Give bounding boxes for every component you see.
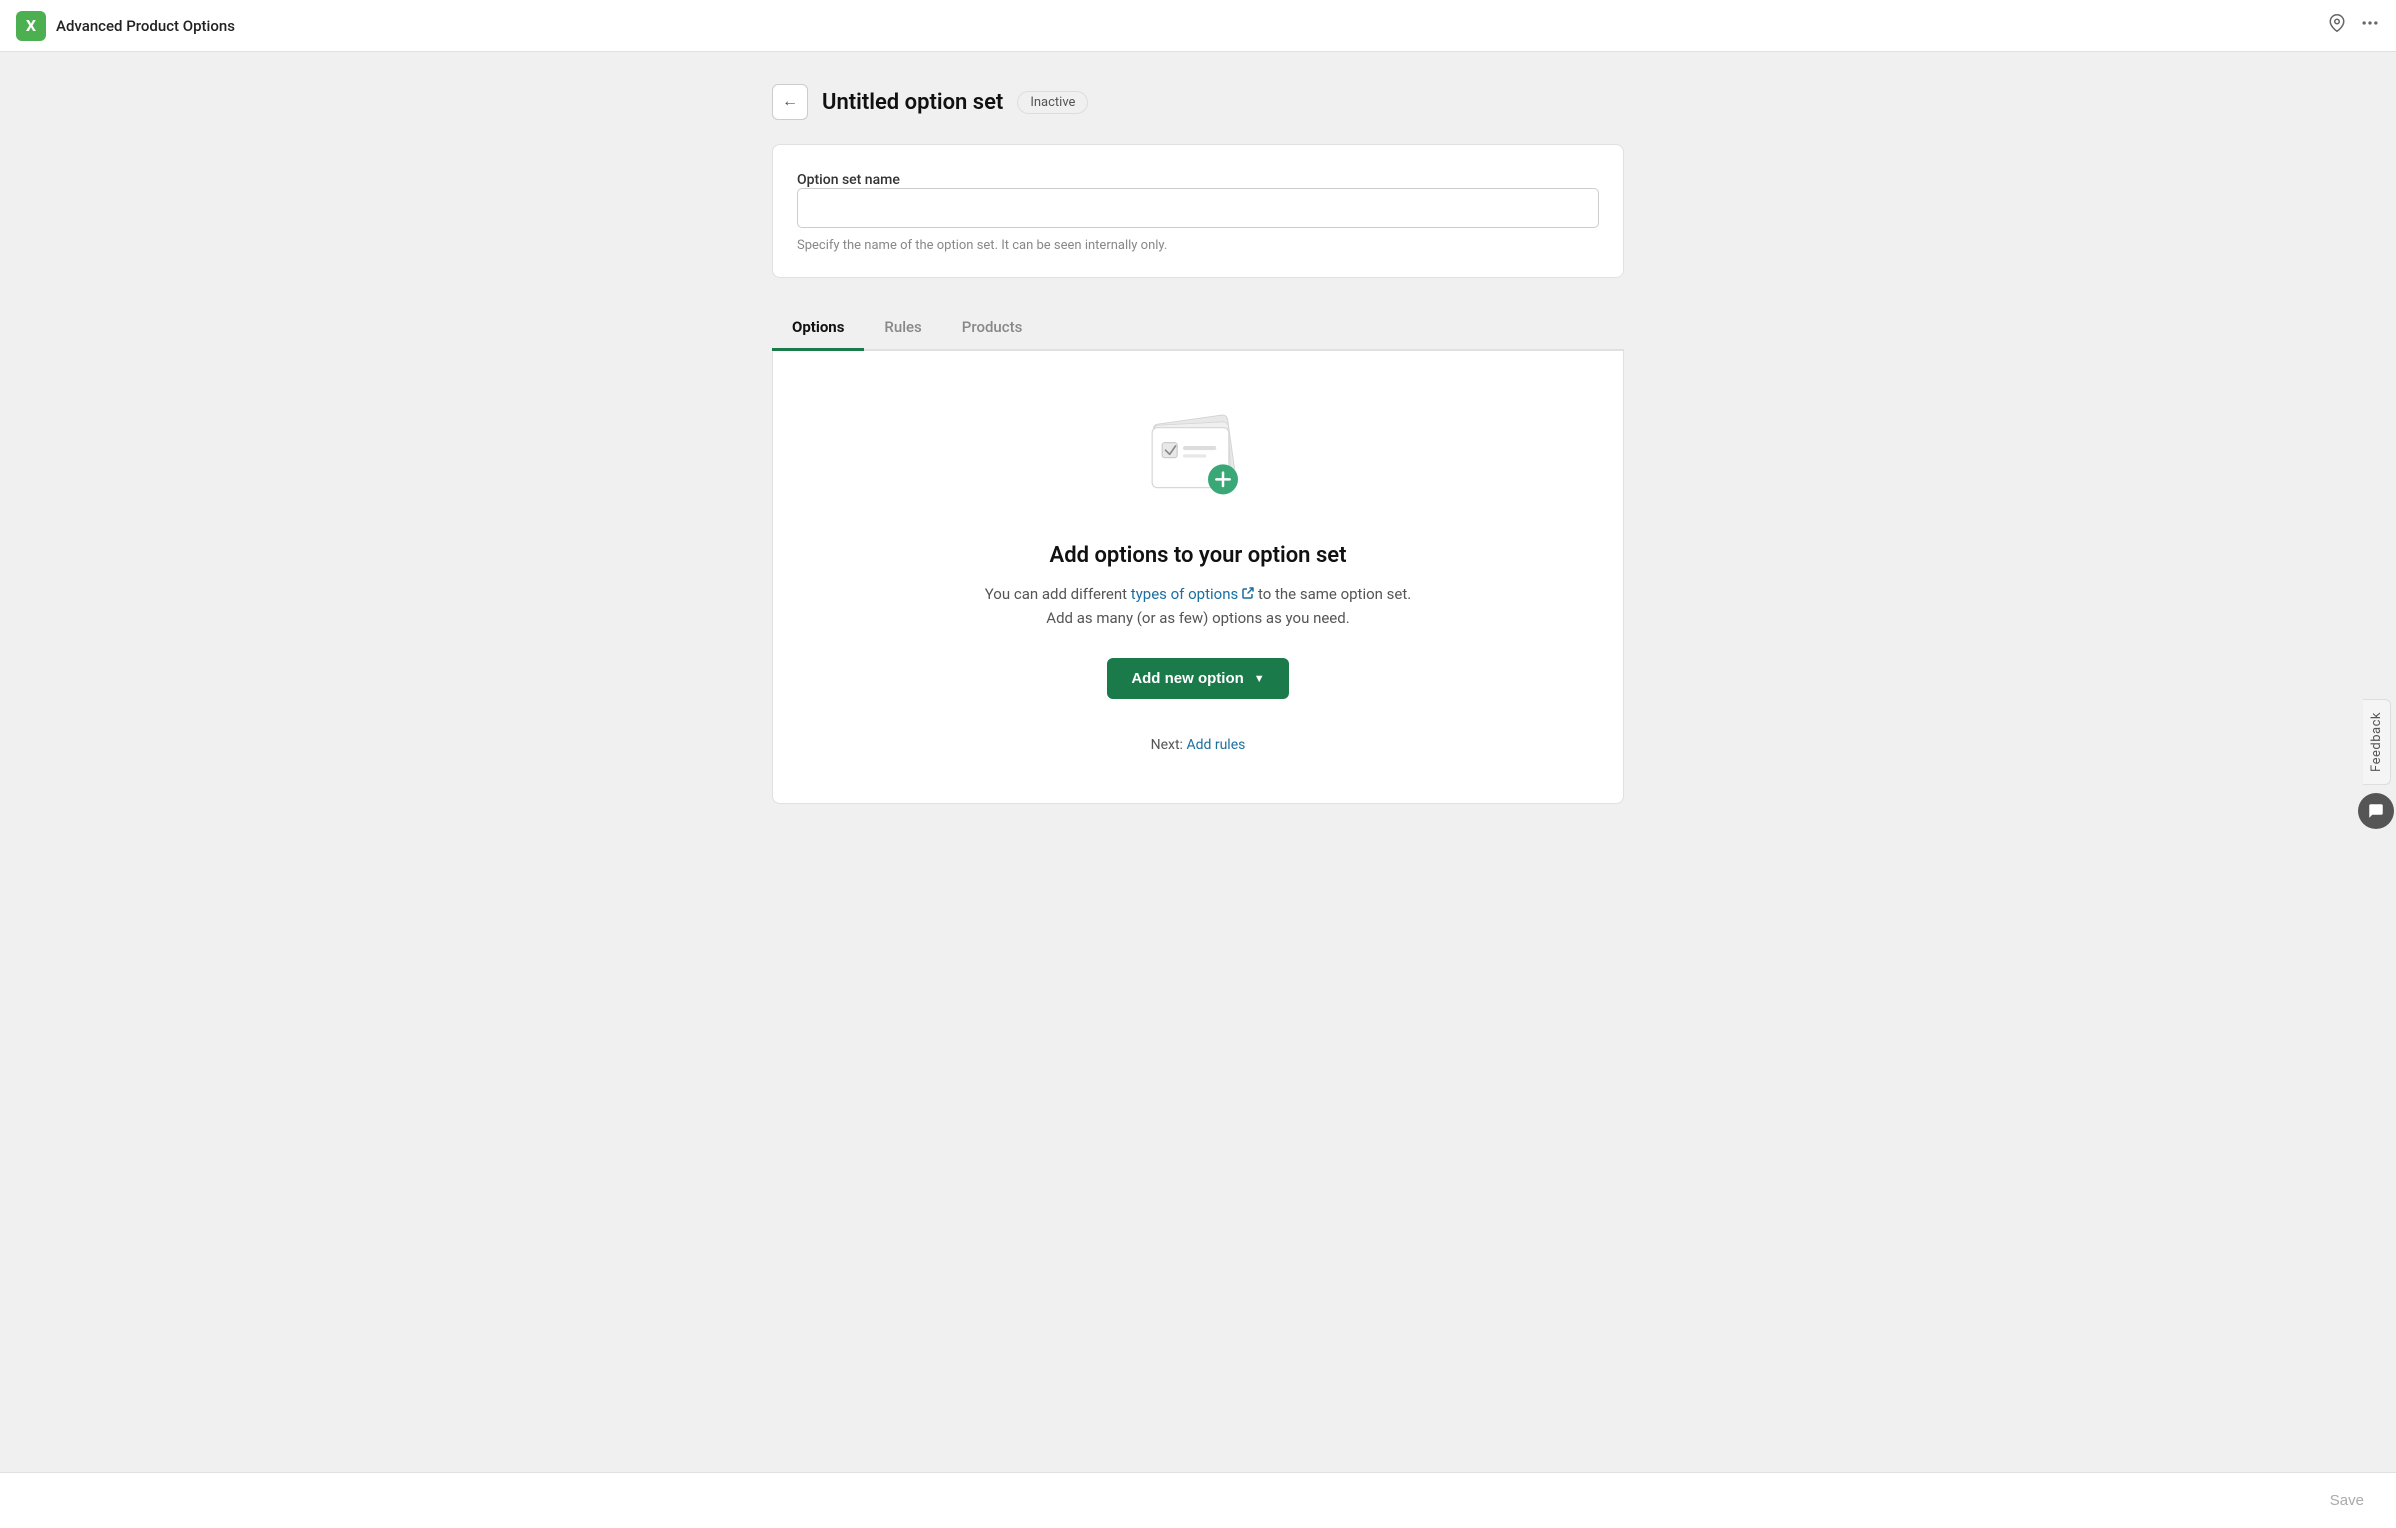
- feedback-sidebar: Feedback: [2358, 699, 2396, 829]
- app-title: Advanced Product Options: [56, 17, 235, 35]
- tab-products[interactable]: Products: [942, 306, 1043, 351]
- option-set-name-input[interactable]: [797, 188, 1599, 228]
- next-step: Next: Add rules: [797, 737, 1599, 753]
- more-icon[interactable]: [2360, 13, 2380, 38]
- chat-bubble-icon[interactable]: [2358, 793, 2394, 829]
- topbar-actions: [2328, 13, 2380, 38]
- tab-rules[interactable]: Rules: [864, 306, 941, 351]
- add-rules-link[interactable]: Add rules: [1186, 737, 1245, 753]
- dropdown-arrow-icon: ▼: [1254, 673, 1265, 685]
- option-set-name-hint: Specify the name of the option set. It c…: [797, 238, 1599, 253]
- main-content: ← Untitled option set Inactive Option se…: [748, 52, 1648, 916]
- empty-state-illustration: [1138, 411, 1258, 511]
- empty-desc-suffix: to the same option set.: [1254, 585, 1411, 603]
- types-of-options-link[interactable]: types of options: [1131, 582, 1254, 606]
- add-new-option-label: Add new option: [1131, 670, 1243, 687]
- option-set-name-label: Option set name: [797, 172, 900, 188]
- next-label: Next:: [1151, 737, 1183, 753]
- pin-icon[interactable]: [2328, 14, 2346, 37]
- options-content-card: Add options to your option set You can a…: [772, 351, 1624, 804]
- app-icon: X: [16, 11, 46, 41]
- add-new-option-button[interactable]: Add new option ▼: [1107, 658, 1288, 699]
- option-set-name-card: Option set name Specify the name of the …: [772, 144, 1624, 278]
- topbar: X Advanced Product Options: [0, 0, 2396, 52]
- footer-bar: Save: [0, 1472, 2396, 1528]
- empty-state-title: Add options to your option set: [797, 543, 1599, 568]
- tabs: Options Rules Products: [772, 306, 1624, 351]
- empty-desc-line2: Add as many (or as few) options as you n…: [1046, 609, 1349, 627]
- page-header: ← Untitled option set Inactive: [772, 84, 1624, 120]
- external-link-icon: [1242, 582, 1254, 606]
- back-button[interactable]: ←: [772, 84, 808, 120]
- status-badge: Inactive: [1017, 91, 1088, 114]
- add-rules-link-text: Add rules: [1186, 737, 1245, 753]
- page-title: Untitled option set: [822, 90, 1003, 115]
- feedback-tab[interactable]: Feedback: [2363, 699, 2391, 785]
- tab-options[interactable]: Options: [772, 306, 864, 351]
- empty-desc-prefix: You can add different: [985, 585, 1131, 603]
- empty-state-description: You can add different types of options t…: [797, 582, 1599, 630]
- save-button[interactable]: Save: [2330, 1492, 2364, 1509]
- types-of-options-link-text: types of options: [1131, 582, 1238, 606]
- back-arrow-icon: ←: [782, 93, 798, 111]
